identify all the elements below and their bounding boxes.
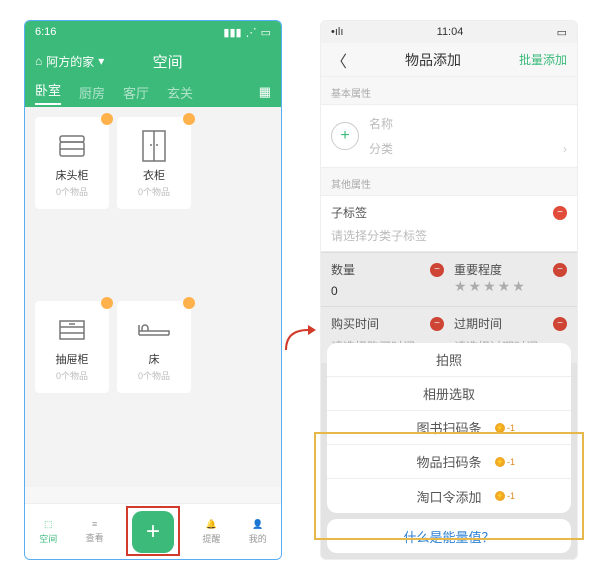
nav-header: 〈 物品添加 批量添加 bbox=[321, 43, 577, 77]
card-nightstand[interactable]: 床头柜 0个物品 bbox=[35, 117, 109, 209]
card-sub: 0个物品 bbox=[138, 185, 170, 198]
card-title: 床 bbox=[149, 351, 160, 367]
bottom-tabbar: ⬚ 空间 ≡ 查看 + 🔔 提醒 👤 我的 bbox=[25, 503, 281, 559]
placeholder: 名称 bbox=[369, 115, 393, 132]
phone-left: 6:16 ▮▮▮ ⋰ ▭ ⌂ 阿方的家 ▾ 空间 卧室 厨房 客厅 玄关 ▦ bbox=[24, 20, 282, 560]
furniture-grid: 床头柜 0个物品 衣柜 0个物品 抽屉柜 0个物品 床 0个物品 bbox=[25, 107, 281, 487]
bell-icon: 🔔 bbox=[206, 519, 217, 530]
cube-icon: ⬚ bbox=[44, 519, 53, 530]
tab-space[interactable]: ⬚ 空间 bbox=[39, 519, 57, 545]
energy-text: -1 bbox=[507, 423, 515, 433]
status-bar: 6:16 ▮▮▮ ⋰ ▭ bbox=[25, 21, 281, 43]
wardrobe-icon bbox=[140, 129, 168, 163]
signal-icon: •ılı bbox=[331, 26, 343, 38]
subtag-hint: 请选择分类子标签 bbox=[331, 227, 567, 244]
subtag-row[interactable]: 子标签 − 请选择分类子标签 bbox=[321, 195, 577, 252]
tab-remind[interactable]: 🔔 提醒 bbox=[202, 519, 220, 545]
sheet-label: 淘口令添加 bbox=[416, 487, 481, 506]
wifi-icon: ⋰ bbox=[246, 26, 257, 39]
card-title: 衣柜 bbox=[143, 167, 165, 183]
nightstand-icon bbox=[56, 129, 88, 163]
signal-icon: ▮▮▮ bbox=[223, 26, 241, 39]
sheet-photo[interactable]: 拍照 bbox=[327, 343, 571, 377]
tab-label: 查看 bbox=[86, 531, 104, 544]
room-tabs: 卧室 厨房 客厅 玄关 ▦ bbox=[35, 75, 271, 107]
energy-badge-icon: ⚡ bbox=[495, 491, 505, 501]
tab-label: 我的 bbox=[249, 532, 267, 545]
sheet-label: 拍照 bbox=[436, 350, 462, 369]
action-sheet: 拍照 相册选取 图书扫码条 ⚡-1 物品扫码条 ⚡-1 淘口令添加 ⚡-1 什么… bbox=[327, 343, 571, 553]
chevron-right-icon: › bbox=[563, 142, 567, 156]
category-field[interactable]: 分类 › bbox=[369, 140, 567, 157]
card-bed[interactable]: 床 0个物品 bbox=[117, 301, 191, 393]
sheet-tao-add[interactable]: 淘口令添加 ⚡-1 bbox=[327, 479, 571, 513]
tab-bedroom[interactable]: 卧室 bbox=[35, 80, 61, 105]
name-field[interactable]: 名称 bbox=[369, 115, 567, 132]
tab-living[interactable]: 客厅 bbox=[123, 83, 149, 102]
person-icon: 👤 bbox=[252, 519, 263, 530]
tab-label: 提醒 bbox=[202, 532, 220, 545]
page-title: 物品添加 bbox=[347, 50, 519, 70]
tab-entrance[interactable]: 玄关 bbox=[167, 83, 193, 102]
card-sub: 0个物品 bbox=[56, 185, 88, 198]
plus-icon: + bbox=[146, 518, 160, 546]
placeholder: 分类 bbox=[369, 140, 393, 157]
add-button[interactable]: + bbox=[132, 511, 174, 553]
sheet-label: 物品扫码条 bbox=[416, 452, 481, 471]
flow-arrow bbox=[284, 320, 320, 352]
section-basic: 基本属性 bbox=[321, 77, 577, 104]
sheet-label: 相册选取 bbox=[423, 384, 475, 403]
sheet-album[interactable]: 相册选取 bbox=[327, 377, 571, 411]
page-title: 空间 bbox=[64, 51, 271, 72]
tab-view[interactable]: ≡ 查看 bbox=[86, 519, 104, 544]
card-title: 抽屉柜 bbox=[56, 351, 89, 367]
section-other: 其他属性 bbox=[321, 168, 577, 195]
subtag-title: 子标签 bbox=[331, 204, 367, 221]
nav-header: ⌂ 阿方的家 ▾ 空间 卧室 厨房 客厅 玄关 ▦ bbox=[25, 43, 281, 107]
sheet-footer-label: 什么是能量值？ bbox=[403, 527, 494, 546]
home-icon: ⌂ bbox=[35, 54, 42, 68]
phone-right: •ılı 11:04 ▭ 〈 物品添加 批量添加 基本属性 + 名称 分类 › … bbox=[320, 20, 578, 560]
card-sub: 0个物品 bbox=[138, 369, 170, 382]
status-time: 6:16 bbox=[35, 26, 56, 38]
card-badge-icon bbox=[101, 113, 113, 125]
tab-label: 空间 bbox=[39, 532, 57, 545]
battery-icon: ▭ bbox=[557, 26, 567, 39]
list-icon: ≡ bbox=[92, 519, 97, 529]
card-sub: 0个物品 bbox=[56, 369, 88, 382]
tab-kitchen[interactable]: 厨房 bbox=[79, 83, 105, 102]
status-time: 11:04 bbox=[437, 26, 464, 38]
energy-badge-icon: ⚡ bbox=[495, 457, 505, 467]
energy-text: -1 bbox=[507, 491, 515, 501]
card-title: 床头柜 bbox=[56, 167, 89, 183]
energy-badge-icon: ⚡ bbox=[495, 423, 505, 433]
status-bar: •ılı 11:04 ▭ bbox=[321, 21, 577, 43]
basic-row: + 名称 分类 › bbox=[321, 104, 577, 168]
battery-icon: ▭ bbox=[261, 26, 271, 39]
energy-text: -1 bbox=[507, 457, 515, 467]
card-badge-icon bbox=[183, 297, 195, 309]
status-icons: ▮▮▮ ⋰ ▭ bbox=[223, 26, 271, 39]
back-button[interactable]: 〈 bbox=[331, 48, 347, 72]
tab-mine[interactable]: 👤 我的 bbox=[249, 519, 267, 545]
card-badge-icon bbox=[101, 297, 113, 309]
sheet-label: 图书扫码条 bbox=[416, 418, 481, 437]
plus-icon: + bbox=[340, 127, 349, 145]
batch-add-button[interactable]: 批量添加 bbox=[519, 51, 567, 68]
bed-icon bbox=[136, 313, 172, 347]
drawer-icon bbox=[56, 313, 88, 347]
add-image-button[interactable]: + bbox=[331, 122, 359, 150]
card-badge-icon bbox=[183, 113, 195, 125]
card-drawer[interactable]: 抽屉柜 0个物品 bbox=[35, 301, 109, 393]
sheet-book-scan[interactable]: 图书扫码条 ⚡-1 bbox=[327, 411, 571, 445]
sheet-whatis-energy[interactable]: 什么是能量值？ bbox=[327, 519, 571, 553]
sheet-item-scan[interactable]: 物品扫码条 ⚡-1 bbox=[327, 445, 571, 479]
card-wardrobe[interactable]: 衣柜 0个物品 bbox=[117, 117, 191, 209]
grid-layout-icon[interactable]: ▦ bbox=[259, 84, 271, 100]
remove-icon[interactable]: − bbox=[553, 206, 567, 220]
